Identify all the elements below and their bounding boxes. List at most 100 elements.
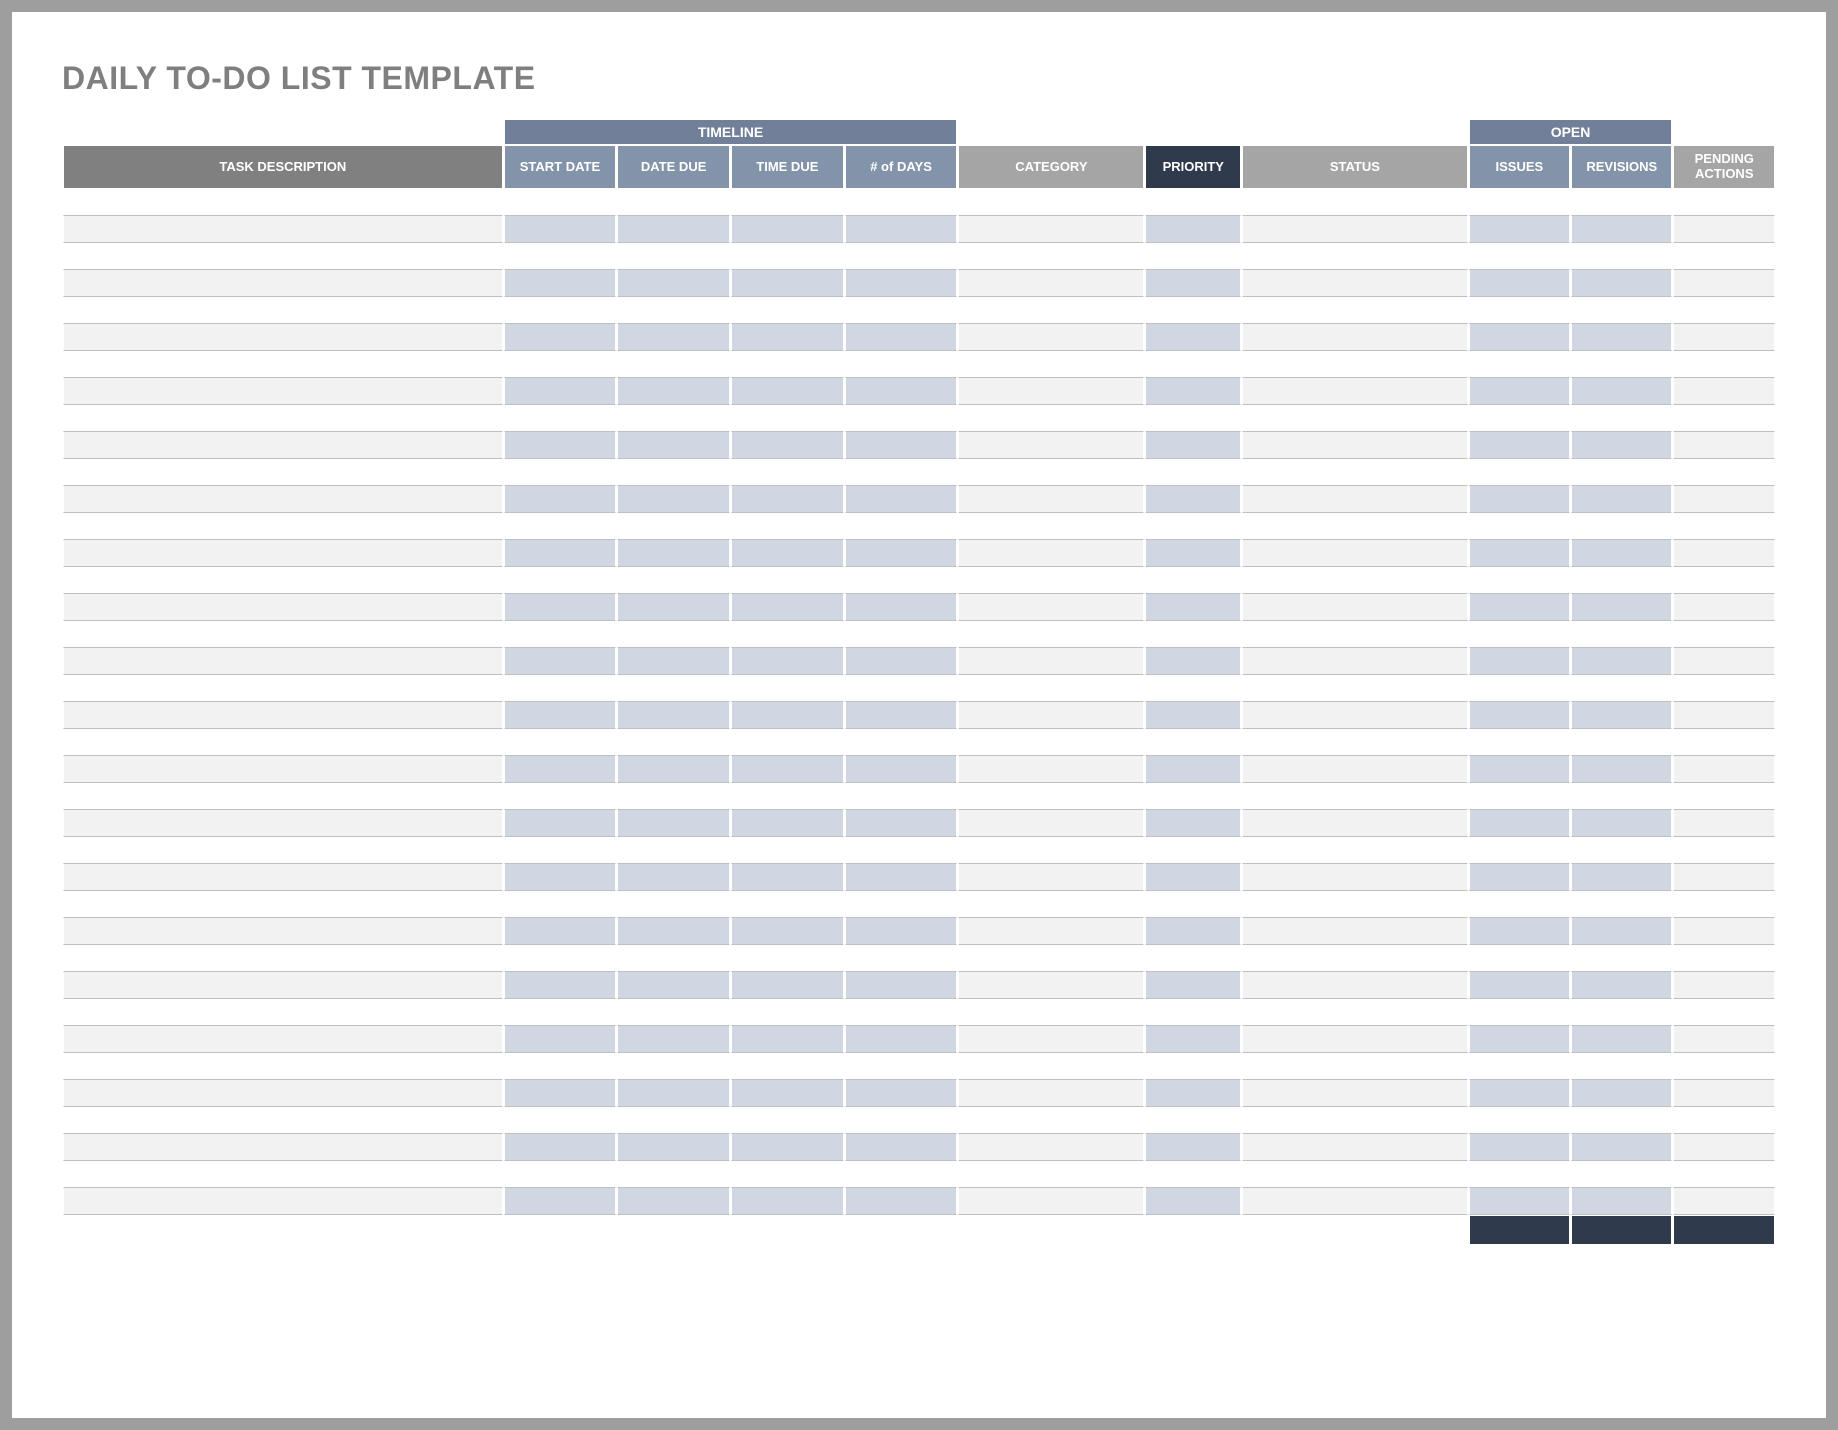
cell-status[interactable] bbox=[1242, 594, 1467, 621]
cell-num_days[interactable] bbox=[845, 297, 958, 324]
cell-category[interactable] bbox=[958, 891, 1144, 918]
cell-task[interactable] bbox=[63, 432, 503, 459]
cell-date_due[interactable] bbox=[617, 1026, 730, 1053]
cell-task[interactable] bbox=[63, 756, 503, 783]
cell-task[interactable] bbox=[63, 864, 503, 891]
cell-issues[interactable] bbox=[1469, 405, 1570, 432]
cell-revisions[interactable] bbox=[1571, 621, 1672, 648]
cell-category[interactable] bbox=[958, 999, 1144, 1026]
cell-status[interactable] bbox=[1242, 1080, 1467, 1107]
cell-category[interactable] bbox=[958, 405, 1144, 432]
cell-priority[interactable] bbox=[1145, 243, 1241, 270]
cell-status[interactable] bbox=[1242, 837, 1467, 864]
cell-priority[interactable] bbox=[1145, 918, 1241, 945]
cell-priority[interactable] bbox=[1145, 972, 1241, 999]
cell-date_due[interactable] bbox=[617, 999, 730, 1026]
cell-status[interactable] bbox=[1242, 378, 1467, 405]
cell-date_due[interactable] bbox=[617, 594, 730, 621]
cell-issues[interactable] bbox=[1469, 243, 1570, 270]
cell-issues[interactable] bbox=[1469, 702, 1570, 729]
cell-start_date[interactable] bbox=[504, 432, 617, 459]
cell-task[interactable] bbox=[63, 594, 503, 621]
cell-task[interactable] bbox=[63, 918, 503, 945]
cell-num_days[interactable] bbox=[845, 702, 958, 729]
cell-start_date[interactable] bbox=[504, 621, 617, 648]
cell-num_days[interactable] bbox=[845, 1188, 958, 1215]
cell-revisions[interactable] bbox=[1571, 945, 1672, 972]
cell-num_days[interactable] bbox=[845, 513, 958, 540]
cell-time_due[interactable] bbox=[731, 675, 844, 702]
cell-start_date[interactable] bbox=[504, 1026, 617, 1053]
cell-task[interactable] bbox=[63, 891, 503, 918]
cell-pending_actions[interactable] bbox=[1673, 675, 1775, 702]
cell-revisions[interactable] bbox=[1571, 297, 1672, 324]
cell-priority[interactable] bbox=[1145, 783, 1241, 810]
cell-priority[interactable] bbox=[1145, 567, 1241, 594]
cell-revisions[interactable] bbox=[1571, 729, 1672, 756]
cell-status[interactable] bbox=[1242, 945, 1467, 972]
cell-pending_actions[interactable] bbox=[1673, 864, 1775, 891]
cell-start_date[interactable] bbox=[504, 756, 617, 783]
cell-date_due[interactable] bbox=[617, 270, 730, 297]
cell-start_date[interactable] bbox=[504, 594, 617, 621]
cell-time_due[interactable] bbox=[731, 1134, 844, 1161]
cell-status[interactable] bbox=[1242, 1161, 1467, 1188]
cell-start_date[interactable] bbox=[504, 513, 617, 540]
cell-date_due[interactable] bbox=[617, 918, 730, 945]
cell-priority[interactable] bbox=[1145, 1188, 1241, 1215]
cell-priority[interactable] bbox=[1145, 648, 1241, 675]
cell-status[interactable] bbox=[1242, 1188, 1467, 1215]
cell-issues[interactable] bbox=[1469, 621, 1570, 648]
cell-task[interactable] bbox=[63, 783, 503, 810]
cell-time_due[interactable] bbox=[731, 270, 844, 297]
cell-priority[interactable] bbox=[1145, 351, 1241, 378]
cell-pending_actions[interactable] bbox=[1673, 702, 1775, 729]
cell-task[interactable] bbox=[63, 459, 503, 486]
cell-pending_actions[interactable] bbox=[1673, 513, 1775, 540]
cell-category[interactable] bbox=[958, 837, 1144, 864]
cell-date_due[interactable] bbox=[617, 1134, 730, 1161]
cell-category[interactable] bbox=[958, 918, 1144, 945]
cell-task[interactable] bbox=[63, 1026, 503, 1053]
cell-pending_actions[interactable] bbox=[1673, 810, 1775, 837]
cell-start_date[interactable] bbox=[504, 1188, 617, 1215]
cell-date_due[interactable] bbox=[617, 324, 730, 351]
cell-priority[interactable] bbox=[1145, 729, 1241, 756]
cell-start_date[interactable] bbox=[504, 675, 617, 702]
cell-num_days[interactable] bbox=[845, 270, 958, 297]
cell-date_due[interactable] bbox=[617, 351, 730, 378]
cell-status[interactable] bbox=[1242, 432, 1467, 459]
cell-time_due[interactable] bbox=[731, 999, 844, 1026]
cell-date_due[interactable] bbox=[617, 675, 730, 702]
cell-revisions[interactable] bbox=[1571, 756, 1672, 783]
cell-time_due[interactable] bbox=[731, 1188, 844, 1215]
cell-task[interactable] bbox=[63, 972, 503, 999]
cell-task[interactable] bbox=[63, 648, 503, 675]
cell-priority[interactable] bbox=[1145, 216, 1241, 243]
cell-task[interactable] bbox=[63, 837, 503, 864]
cell-start_date[interactable] bbox=[504, 999, 617, 1026]
cell-issues[interactable] bbox=[1469, 675, 1570, 702]
cell-time_due[interactable] bbox=[731, 756, 844, 783]
cell-revisions[interactable] bbox=[1571, 702, 1672, 729]
cell-task[interactable] bbox=[63, 729, 503, 756]
cell-date_due[interactable] bbox=[617, 1161, 730, 1188]
cell-pending_actions[interactable] bbox=[1673, 999, 1775, 1026]
cell-revisions[interactable] bbox=[1571, 999, 1672, 1026]
cell-category[interactable] bbox=[958, 702, 1144, 729]
cell-issues[interactable] bbox=[1469, 1080, 1570, 1107]
cell-category[interactable] bbox=[958, 972, 1144, 999]
cell-num_days[interactable] bbox=[845, 918, 958, 945]
cell-revisions[interactable] bbox=[1571, 459, 1672, 486]
cell-revisions[interactable] bbox=[1571, 189, 1672, 216]
cell-time_due[interactable] bbox=[731, 594, 844, 621]
cell-revisions[interactable] bbox=[1571, 648, 1672, 675]
cell-revisions[interactable] bbox=[1571, 243, 1672, 270]
cell-category[interactable] bbox=[958, 1134, 1144, 1161]
cell-category[interactable] bbox=[958, 189, 1144, 216]
cell-pending_actions[interactable] bbox=[1673, 405, 1775, 432]
cell-issues[interactable] bbox=[1469, 945, 1570, 972]
cell-issues[interactable] bbox=[1469, 1188, 1570, 1215]
cell-pending_actions[interactable] bbox=[1673, 486, 1775, 513]
cell-num_days[interactable] bbox=[845, 1080, 958, 1107]
